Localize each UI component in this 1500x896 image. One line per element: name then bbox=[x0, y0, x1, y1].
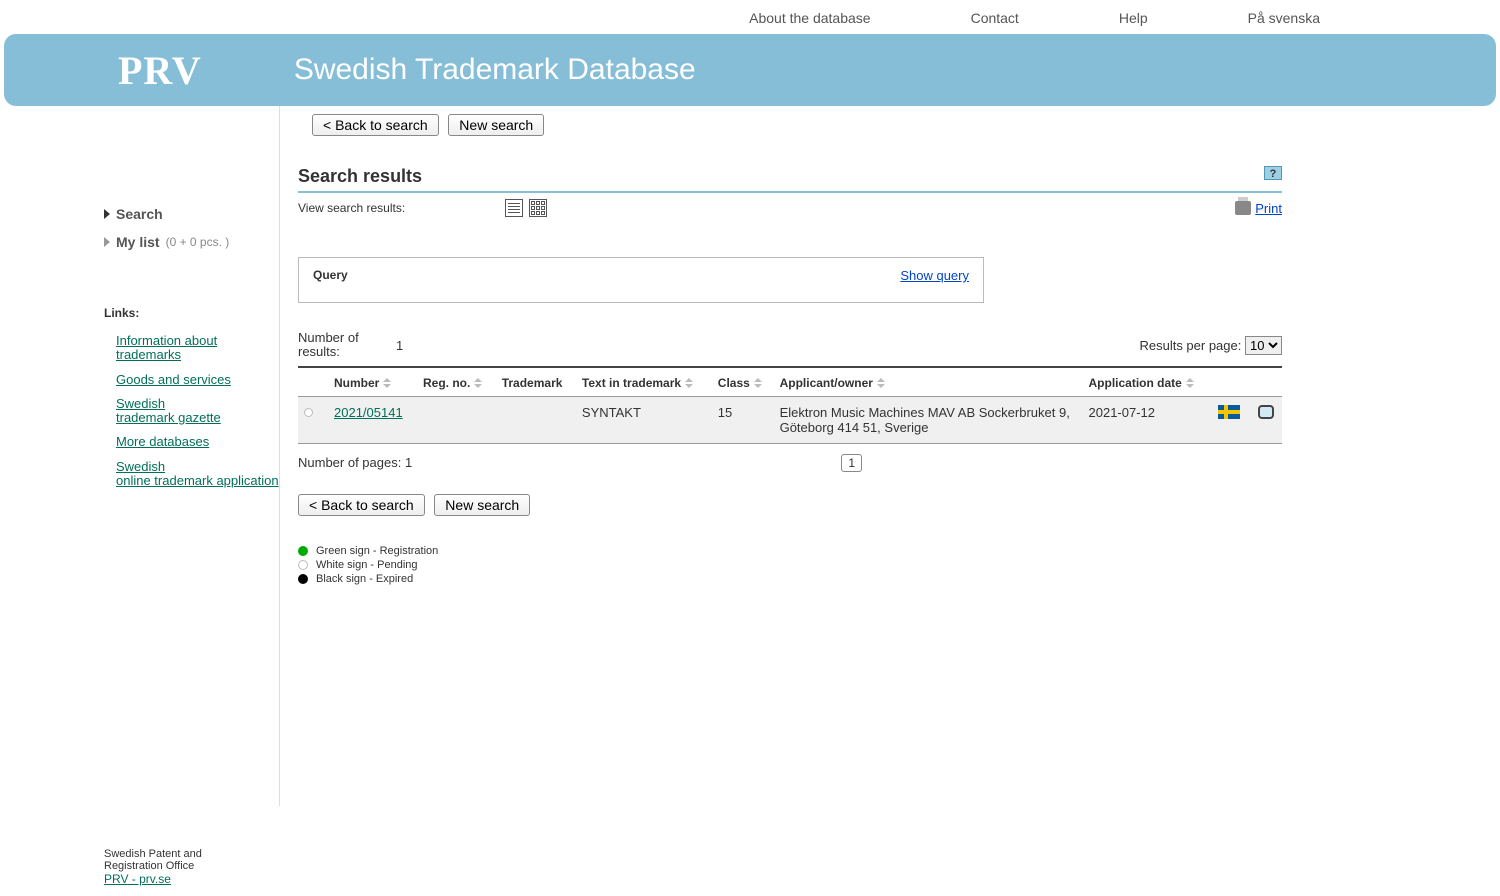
cell-text: SYNTAKT bbox=[576, 396, 712, 443]
legend: Green sign - Registration White sign - P… bbox=[298, 544, 1282, 587]
banner: PRV Swedish Trademark Database bbox=[4, 34, 1496, 106]
page-title: Swedish Trademark Database bbox=[294, 53, 696, 87]
cell-trademark bbox=[496, 396, 576, 443]
results-per-page: Results per page: 10 bbox=[1139, 336, 1282, 355]
col-appdate[interactable]: Application date bbox=[1083, 367, 1213, 397]
legend-black-label: Black sign - Expired bbox=[316, 572, 413, 586]
caret-right-icon bbox=[104, 237, 110, 247]
cell-appdate: 2021-07-12 bbox=[1083, 396, 1213, 443]
print-link[interactable]: Print bbox=[1235, 201, 1282, 216]
legend-white-label: White sign - Pending bbox=[316, 558, 418, 572]
view-icons bbox=[505, 199, 547, 217]
sort-icon[interactable] bbox=[474, 378, 482, 388]
sort-icon[interactable] bbox=[383, 378, 391, 388]
number-link[interactable]: 2021/05141 bbox=[334, 405, 403, 420]
add-to-list-button[interactable] bbox=[1258, 405, 1274, 419]
new-search-button[interactable]: New search bbox=[434, 494, 530, 516]
sidebar-item-search[interactable]: Search bbox=[104, 200, 279, 228]
legend-green-label: Green sign - Registration bbox=[316, 544, 438, 558]
legend-black-icon bbox=[298, 574, 308, 584]
link-info-trademarks[interactable]: Information about trademarks bbox=[116, 334, 279, 363]
sort-icon[interactable] bbox=[685, 378, 693, 388]
query-box: Query Show query bbox=[298, 257, 984, 303]
button-bar-top: < Back to search New search bbox=[312, 114, 1282, 136]
num-results-label: Number of results: bbox=[298, 331, 388, 360]
rpp-select[interactable]: 10 bbox=[1245, 336, 1282, 355]
footer-link[interactable]: PRV - prv.se bbox=[104, 872, 171, 886]
flag-sweden-icon bbox=[1218, 405, 1240, 419]
nav-contact[interactable]: Contact bbox=[971, 10, 1019, 26]
printer-icon bbox=[1235, 201, 1251, 215]
page-1-button[interactable]: 1 bbox=[841, 454, 862, 472]
table-row[interactable]: 2021/05141 SYNTAKT 15 Elektron Music Mac… bbox=[298, 396, 1282, 443]
col-number[interactable]: Number bbox=[328, 367, 417, 397]
results-table: Number Reg. no. Trademark Text in tradem… bbox=[298, 366, 1282, 444]
cell-class: 15 bbox=[712, 396, 774, 443]
pagination-row: Number of pages: 1 1 bbox=[298, 454, 1282, 472]
link-gazette[interactable]: Swedishtrademark gazette bbox=[116, 397, 279, 426]
col-trademark[interactable]: Trademark bbox=[496, 367, 576, 397]
grid-view-icon[interactable] bbox=[529, 199, 547, 217]
link-goods-services[interactable]: Goods and services bbox=[116, 373, 279, 387]
main-content: < Back to search New search Search resul… bbox=[280, 106, 1300, 806]
list-view-icon[interactable] bbox=[505, 199, 523, 217]
sidebar: Search My list (0 + 0 pcs. ) Links: Info… bbox=[0, 106, 280, 806]
show-query-link[interactable]: Show query bbox=[900, 268, 969, 283]
footer-org: Swedish Patent andRegistration Office bbox=[104, 848, 202, 872]
num-results-value: 1 bbox=[396, 338, 403, 353]
logo: PRV bbox=[118, 47, 202, 94]
view-label: View search results: bbox=[298, 201, 405, 215]
footer: Swedish Patent andRegistration Office PR… bbox=[104, 848, 202, 886]
legend-white-icon bbox=[298, 560, 308, 570]
nav-swedish[interactable]: På svenska bbox=[1248, 10, 1320, 26]
cell-applicant: Elektron Music Machines MAV AB Sockerbru… bbox=[774, 396, 1083, 443]
caret-right-icon bbox=[104, 209, 110, 219]
sidebar-search-label: Search bbox=[116, 206, 163, 222]
back-to-search-button[interactable]: < Back to search bbox=[312, 114, 439, 136]
query-label: Query bbox=[313, 268, 348, 282]
sort-icon[interactable] bbox=[1186, 378, 1194, 388]
link-online-application[interactable]: Swedishonline trademark application bbox=[116, 460, 279, 489]
links-list: Information about trademarks Goods and s… bbox=[116, 334, 279, 488]
num-pages-label: Number of pages: 1 bbox=[298, 455, 412, 470]
links-header: Links: bbox=[104, 306, 279, 320]
col-regno[interactable]: Reg. no. bbox=[417, 367, 496, 397]
help-icon[interactable]: ? bbox=[1264, 166, 1282, 180]
sort-icon[interactable] bbox=[877, 378, 885, 388]
view-row: View search results: Print bbox=[298, 199, 1282, 217]
link-more-databases[interactable]: More databases bbox=[116, 435, 279, 449]
sidebar-item-mylist[interactable]: My list (0 + 0 pcs. ) bbox=[104, 228, 279, 256]
sidebar-mylist-label: My list bbox=[116, 234, 160, 250]
cell-regno bbox=[417, 396, 496, 443]
top-nav: About the database Contact Help På svens… bbox=[0, 0, 1500, 34]
status-pending-icon bbox=[304, 408, 313, 417]
new-search-button[interactable]: New search bbox=[448, 114, 544, 136]
sidebar-mylist-count: (0 + 0 pcs. ) bbox=[166, 235, 230, 249]
col-text[interactable]: Text in trademark bbox=[576, 367, 712, 397]
results-heading: Search results ? bbox=[298, 166, 1282, 193]
nav-about[interactable]: About the database bbox=[749, 10, 870, 26]
sort-icon[interactable] bbox=[754, 378, 762, 388]
back-to-search-button[interactable]: < Back to search bbox=[298, 494, 425, 516]
rpp-label: Results per page: bbox=[1139, 338, 1241, 353]
nav-help[interactable]: Help bbox=[1119, 10, 1148, 26]
button-bar-bottom: < Back to search New search bbox=[298, 494, 1282, 516]
col-class[interactable]: Class bbox=[712, 367, 774, 397]
legend-green-icon bbox=[298, 546, 308, 556]
col-applicant[interactable]: Applicant/owner bbox=[774, 367, 1083, 397]
count-row: Number of results: 1 Results per page: 1… bbox=[298, 331, 1282, 360]
